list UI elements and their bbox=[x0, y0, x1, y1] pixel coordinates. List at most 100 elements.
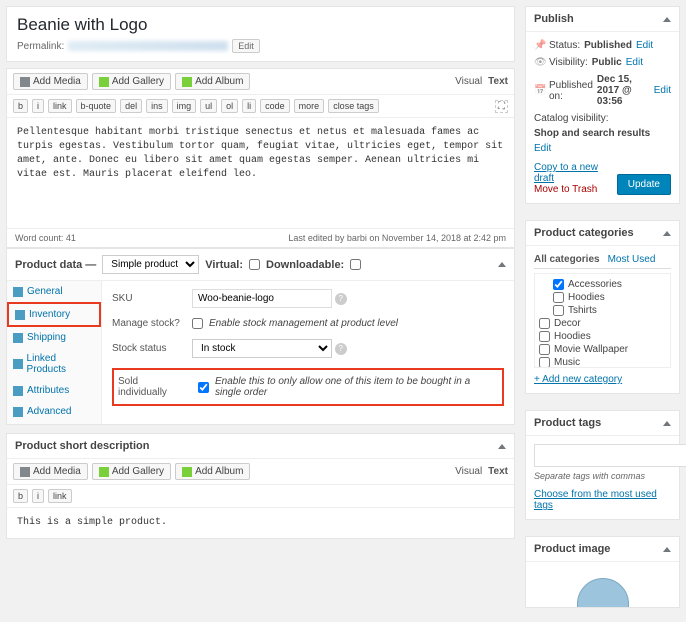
virtual-checkbox[interactable] bbox=[249, 259, 260, 270]
category-checkbox[interactable] bbox=[553, 292, 564, 303]
publish-header: Publish bbox=[534, 13, 574, 25]
editor-btn-ol[interactable]: ol bbox=[221, 99, 238, 113]
category-label: Music bbox=[554, 357, 580, 368]
editor-btn-more[interactable]: more bbox=[294, 99, 325, 113]
tab-text[interactable]: Text bbox=[488, 76, 508, 87]
nav-shipping[interactable]: Shipping bbox=[7, 327, 101, 348]
stock-status-select[interactable]: In stock bbox=[192, 339, 332, 358]
status-edit-link[interactable]: Edit bbox=[636, 40, 653, 51]
product-data-label: Product data — bbox=[15, 259, 96, 271]
short-desc-textarea[interactable]: This is a simple product. bbox=[7, 508, 514, 538]
nav-general[interactable]: General bbox=[7, 281, 101, 302]
sold-individually-checkbox[interactable] bbox=[198, 382, 209, 393]
add-new-category-link[interactable]: + Add new category bbox=[534, 374, 671, 385]
publish-panel: Publish 📌Status: Published Edit 👁Visibil… bbox=[525, 6, 680, 204]
sku-input[interactable] bbox=[192, 289, 332, 308]
editor-btn-del[interactable]: del bbox=[120, 99, 142, 113]
product-type-select[interactable]: Simple product bbox=[102, 255, 199, 274]
editor-btn-li[interactable]: li bbox=[242, 99, 256, 113]
move-to-trash-link[interactable]: Move to Trash bbox=[534, 184, 617, 195]
collapse-icon[interactable] bbox=[663, 231, 671, 236]
collapse-icon[interactable] bbox=[498, 262, 506, 267]
copy-draft-link[interactable]: Copy to a new draft bbox=[534, 162, 617, 184]
category-checkbox[interactable] bbox=[553, 279, 564, 290]
manage-stock-text: Enable stock management at product level bbox=[209, 318, 398, 329]
editor-textarea[interactable]: Pellentesque habitant morbi tristique se… bbox=[7, 118, 514, 228]
permalink-url[interactable] bbox=[68, 41, 228, 51]
collapse-icon[interactable] bbox=[663, 421, 671, 426]
tags-header: Product tags bbox=[534, 417, 601, 429]
tab-text[interactable]: Text bbox=[488, 466, 508, 477]
album-icon bbox=[182, 467, 192, 477]
fullscreen-icon[interactable]: ⛶ bbox=[495, 100, 508, 113]
visibility-edit-link[interactable]: Edit bbox=[626, 57, 643, 68]
gallery-icon bbox=[99, 77, 109, 87]
collapse-icon[interactable] bbox=[663, 547, 671, 552]
downloadable-label: Downloadable: bbox=[266, 259, 344, 271]
nav-inventory[interactable]: Inventory bbox=[7, 302, 101, 327]
gallery-icon bbox=[99, 467, 109, 477]
editor-btn-link[interactable]: link bbox=[48, 99, 72, 113]
editor-btn-img[interactable]: img bbox=[172, 99, 197, 113]
editor-btn-close-tags[interactable]: close tags bbox=[328, 99, 379, 113]
editor-btn-link[interactable]: link bbox=[48, 489, 72, 503]
product-image-panel: Product image bbox=[525, 536, 680, 608]
collapse-icon[interactable] bbox=[498, 444, 506, 449]
add-gallery-button[interactable]: Add Gallery bbox=[92, 73, 171, 90]
permalink-label: Permalink: bbox=[17, 41, 64, 52]
help-icon[interactable]: ? bbox=[335, 343, 347, 355]
permalink-edit-button[interactable]: Edit bbox=[232, 39, 260, 53]
sold-individually-label: Sold individually bbox=[118, 376, 188, 398]
nav-icon bbox=[13, 333, 23, 343]
product-image-thumbnail[interactable] bbox=[577, 578, 629, 607]
tab-visual[interactable]: Visual bbox=[455, 466, 482, 477]
pin-icon: 📌 bbox=[534, 40, 545, 51]
update-button[interactable]: Update bbox=[617, 174, 671, 195]
editor-btn-i[interactable]: i bbox=[32, 489, 44, 503]
nav-icon bbox=[13, 407, 23, 417]
editor-btn-i[interactable]: i bbox=[32, 99, 44, 113]
add-album-button[interactable]: Add Album bbox=[175, 73, 250, 90]
manage-stock-checkbox[interactable] bbox=[192, 318, 203, 329]
downloadable-checkbox[interactable] bbox=[350, 259, 361, 270]
date-edit-link[interactable]: Edit bbox=[654, 85, 671, 96]
add-gallery-button[interactable]: Add Gallery bbox=[92, 463, 171, 480]
stock-status-label: Stock status bbox=[112, 343, 182, 354]
categories-panel: Product categories All categories Most U… bbox=[525, 220, 680, 394]
category-label: Accessories bbox=[568, 279, 622, 290]
tab-visual[interactable]: Visual bbox=[455, 76, 482, 87]
add-media-button[interactable]: Add Media bbox=[13, 463, 88, 480]
category-checkbox[interactable] bbox=[539, 357, 550, 368]
editor-btn-code[interactable]: code bbox=[260, 99, 290, 113]
short-desc-header: Product short description bbox=[15, 440, 149, 452]
editor-btn-b-quote[interactable]: b-quote bbox=[76, 99, 117, 113]
category-label: Hoodies bbox=[554, 331, 591, 342]
nav-icon bbox=[13, 386, 23, 396]
collapse-icon[interactable] bbox=[663, 17, 671, 22]
album-icon bbox=[182, 77, 192, 87]
add-album-button[interactable]: Add Album bbox=[175, 463, 250, 480]
editor-btn-ul[interactable]: ul bbox=[200, 99, 217, 113]
help-icon[interactable]: ? bbox=[335, 293, 347, 305]
nav-icon bbox=[13, 287, 23, 297]
sku-label: SKU bbox=[112, 293, 182, 304]
tab-most-used[interactable]: Most Used bbox=[608, 254, 656, 265]
manage-stock-label: Manage stock? bbox=[112, 318, 182, 329]
category-checkbox[interactable] bbox=[539, 318, 550, 329]
tab-all-categories[interactable]: All categories bbox=[534, 254, 600, 265]
category-checkbox[interactable] bbox=[539, 344, 550, 355]
tag-input[interactable] bbox=[534, 444, 686, 467]
content-editor: Add Media Add Gallery Add Album Visual T… bbox=[6, 68, 515, 248]
category-checkbox[interactable] bbox=[553, 305, 564, 316]
virtual-label: Virtual: bbox=[205, 259, 243, 271]
editor-btn-ins[interactable]: ins bbox=[146, 99, 168, 113]
editor-btn-b[interactable]: b bbox=[13, 99, 28, 113]
nav-advanced[interactable]: Advanced bbox=[7, 401, 101, 422]
add-media-button[interactable]: Add Media bbox=[13, 73, 88, 90]
editor-btn-b[interactable]: b bbox=[13, 489, 28, 503]
choose-tags-link[interactable]: Choose from the most used tags bbox=[534, 489, 671, 511]
nav-linked-products[interactable]: Linked Products bbox=[7, 348, 101, 380]
category-checkbox[interactable] bbox=[539, 331, 550, 342]
nav-attributes[interactable]: Attributes bbox=[7, 380, 101, 401]
catalog-edit-link[interactable]: Edit bbox=[534, 143, 551, 154]
